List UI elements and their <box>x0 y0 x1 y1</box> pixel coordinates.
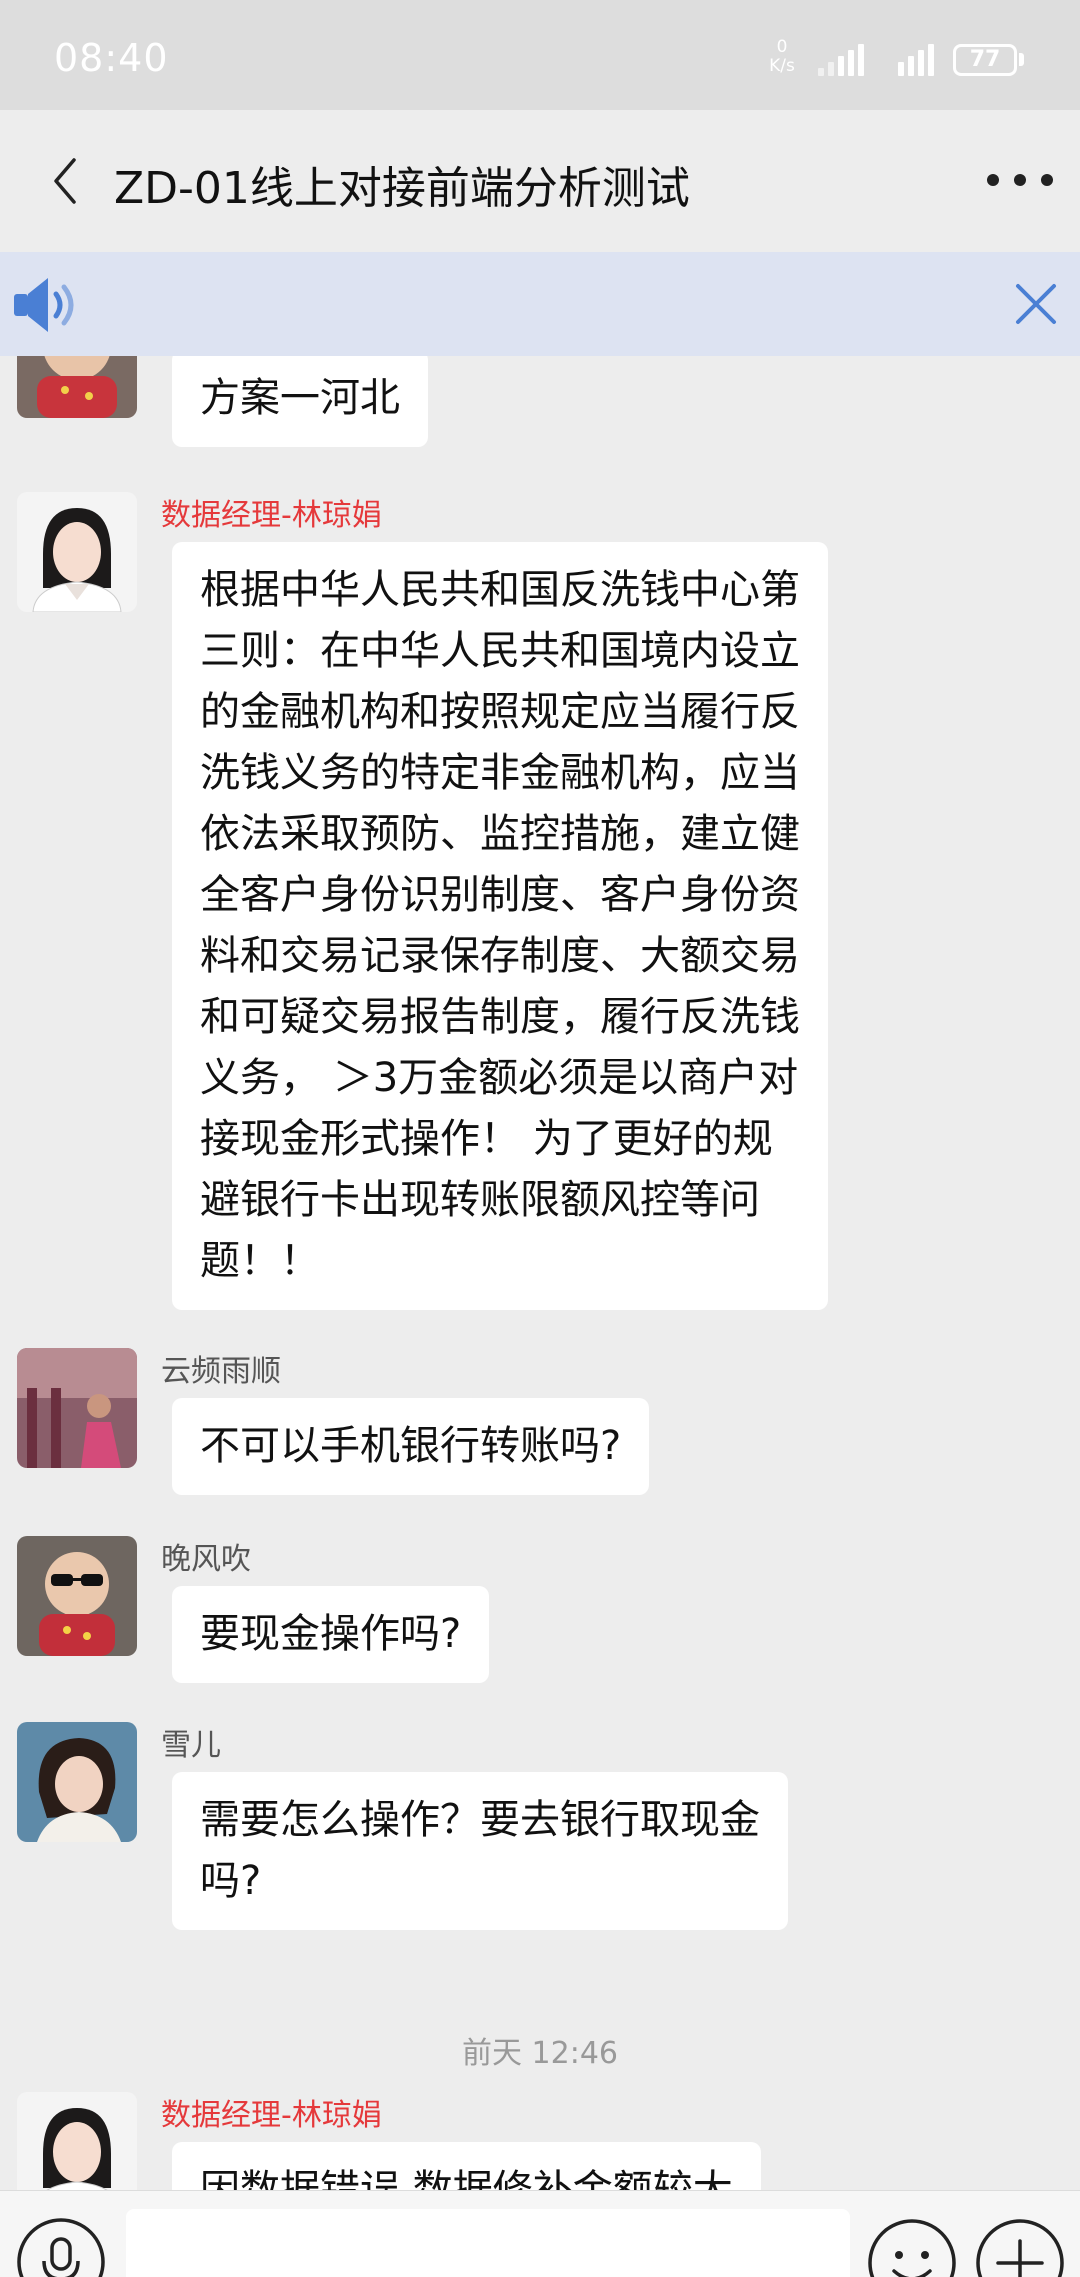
input-bar <box>0 2190 1080 2277</box>
battery-tip <box>1019 53 1024 66</box>
message-list[interactable]: 方案一河北 数据经理-林琼娟 根据中华人民共和国反洗钱中心第 三则：在中华人民共… <box>0 356 1080 2190</box>
avatar-wanfengchui[interactable] <box>17 356 137 418</box>
message-bubble[interactable]: 需要怎么操作？要去银行取现金 吗? <box>172 1772 788 1930</box>
message-text: 不可以手机银行转账吗? <box>200 1423 622 1469</box>
message-line: 接现金形式操作！ 为了更好的规 <box>200 1116 773 1162</box>
more-actions-button[interactable] <box>974 2217 1066 2277</box>
voice-call-banner[interactable] <box>0 252 1080 356</box>
speaker-icon <box>14 278 74 332</box>
message-line: 吗? <box>200 1858 262 1904</box>
emoji-button[interactable] <box>866 2217 958 2277</box>
net-speed-value: 0 <box>776 37 788 57</box>
close-icon <box>1016 284 1056 324</box>
message-line: 避银行卡出现转账限额风控等问 <box>200 1177 760 1223</box>
battery-level: 77 <box>969 47 1001 72</box>
sender-name: 数据经理-林琼娟 <box>161 2098 382 2133</box>
avatar-lin-qiongjuan[interactable] <box>17 2092 137 2190</box>
signal-strength-icon-2 <box>898 42 940 76</box>
avatar-yunpinyushun[interactable] <box>17 1348 137 1468</box>
chevron-left-icon <box>54 158 76 204</box>
message-line: 的金融机构和按照规定应当履行反 <box>200 689 800 735</box>
more-button[interactable] <box>980 158 1060 202</box>
message-line: 洗钱义务的特定非金融机构，应当 <box>200 750 800 796</box>
message-bubble[interactable]: 不可以手机银行转账吗? <box>172 1398 650 1495</box>
status-bar: 08:40 0 K/s 77 <box>0 0 1080 110</box>
message-bubble[interactable]: 方案一河北 <box>172 356 428 447</box>
sender-name: 雪儿 <box>161 1728 221 1763</box>
message-text: 方案一河北 <box>200 375 400 421</box>
message-bubble[interactable]: 根据中华人民共和国反洗钱中心第 三则：在中华人民共和国境内设立 的金融机构和按照… <box>172 542 828 1310</box>
message-line: 题！！ <box>200 1238 320 1284</box>
message-line: 全客户身份识别制度、客户身份资 <box>200 872 800 918</box>
battery-indicator: 77 <box>953 44 1017 76</box>
sender-name: 数据经理-林琼娟 <box>161 498 382 533</box>
message-text: 因数据错误 数据修补金额较大 <box>200 2167 733 2190</box>
microphone-icon <box>17 2218 105 2277</box>
avatar-lin-qiongjuan[interactable] <box>17 492 137 612</box>
sender-name: 云频雨顺 <box>161 1354 281 1389</box>
message-line: 义务， ＞3万金额必须是以商户对 <box>200 1055 799 1101</box>
signal-strength-icon-1 <box>818 42 878 76</box>
message-input[interactable] <box>126 2209 850 2277</box>
message-text: 要现金操作吗? <box>200 1611 462 1657</box>
close-banner-button[interactable] <box>1010 278 1062 330</box>
network-speed: 0 K/s <box>762 38 802 76</box>
more-horizontal-icon <box>987 174 1053 186</box>
back-button[interactable] <box>36 148 96 214</box>
message-line: 料和交易记录保存制度、大额交易 <box>200 933 800 979</box>
voice-input-button[interactable] <box>16 2217 106 2277</box>
message-line: 根据中华人民共和国反洗钱中心第 <box>200 567 800 613</box>
avatar-xueer[interactable] <box>17 1722 137 1842</box>
sender-name: 晚风吹 <box>161 1542 251 1577</box>
chat-screen: 08:40 0 K/s 77 ZD-01线上对接前端分析测试 方案一河北 数据经… <box>0 0 1080 2277</box>
chat-title: ZD-01线上对接前端分析测试 <box>114 163 690 214</box>
timestamp: 前天 12:46 <box>462 2036 618 2071</box>
message-line: 三则：在中华人民共和国境内设立 <box>200 628 800 674</box>
message-line: 依法采取预防、监控措施，建立健 <box>200 811 800 857</box>
smiley-icon <box>868 2219 956 2277</box>
message-line: 需要怎么操作？要去银行取现金 <box>200 1797 760 1843</box>
avatar-wanfengchui[interactable] <box>17 1536 137 1656</box>
status-time: 08:40 <box>54 36 169 80</box>
plus-icon <box>976 2219 1064 2277</box>
chat-header: ZD-01线上对接前端分析测试 <box>0 110 1080 252</box>
message-bubble[interactable]: 要现金操作吗? <box>172 1586 490 1683</box>
message-bubble[interactable]: 因数据错误 数据修补金额较大 <box>172 2142 761 2190</box>
message-line: 和可疑交易报告制度，履行反洗钱 <box>200 994 800 1040</box>
net-speed-unit: K/s <box>769 56 795 76</box>
